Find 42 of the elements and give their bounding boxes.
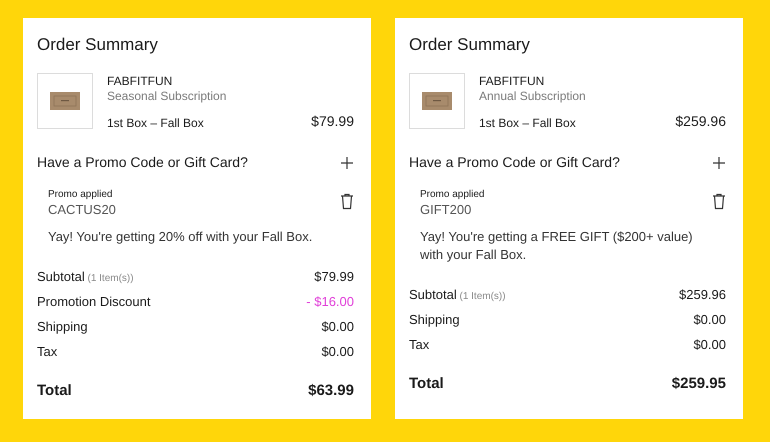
summary-label: Promotion Discount (37, 292, 150, 311)
product-thumbnail (422, 92, 452, 110)
total-label: Total (37, 381, 72, 401)
summary-value: - $16.00 (306, 292, 354, 311)
box-name: 1st Box – Fall Box (479, 115, 576, 132)
summary-label: Shipping (409, 310, 460, 329)
promo-message: Yay! You're getting a FREE GIFT ($200+ value) with your Fall Box. (419, 228, 694, 264)
promo-message: Yay! You're getting 20% off with your Fall Box. (47, 228, 314, 246)
total-value: $63.99 (308, 381, 354, 401)
summary-value: $79.99 (314, 268, 354, 286)
brand-name: FABFITFUN (107, 73, 174, 89)
card-title: Order Summary (37, 34, 159, 56)
product-thumbnail (50, 92, 80, 110)
card-title: Order Summary (409, 34, 531, 56)
summary-value: $259.96 (679, 286, 726, 304)
summary-label: Shipping (37, 318, 88, 336)
plan-name: Seasonal Subscription (107, 89, 228, 104)
promo-code: GIFT200 (420, 201, 472, 219)
summary-label: Tax (37, 342, 58, 361)
add-icon[interactable] (712, 156, 726, 170)
brand-name: FABFITFUN (479, 73, 546, 89)
promo-prompt: Have a Promo Code or Gift Card? (37, 153, 248, 172)
total-label: Total (409, 374, 444, 394)
promo-label: Promo applied (420, 188, 484, 201)
summary-value: $0.00 (321, 318, 354, 336)
summary-label: Subtotal (1 Item(s)) (409, 286, 506, 304)
summary-value: $0.00 (321, 342, 354, 361)
box-name: 1st Box – Fall Box (107, 115, 204, 132)
trash-icon[interactable] (340, 193, 354, 210)
summary-label: Tax (409, 336, 430, 354)
promo-prompt: Have a Promo Code or Gift Card? (409, 153, 620, 172)
item-price: $259.96 (675, 112, 726, 131)
plan-name: Annual Subscription (479, 89, 587, 104)
add-icon[interactable] (340, 156, 354, 170)
promo-label: Promo applied (48, 188, 114, 201)
item-price: $79.99 (311, 112, 354, 131)
trash-icon[interactable] (712, 193, 726, 210)
promo-code: CACTUS20 (48, 201, 116, 219)
summary-value: $0.00 (693, 310, 726, 329)
summary-label: Subtotal (1 Item(s)) (37, 268, 134, 286)
summary-value: $0.00 (693, 336, 726, 354)
total-value: $259.95 (672, 374, 726, 394)
